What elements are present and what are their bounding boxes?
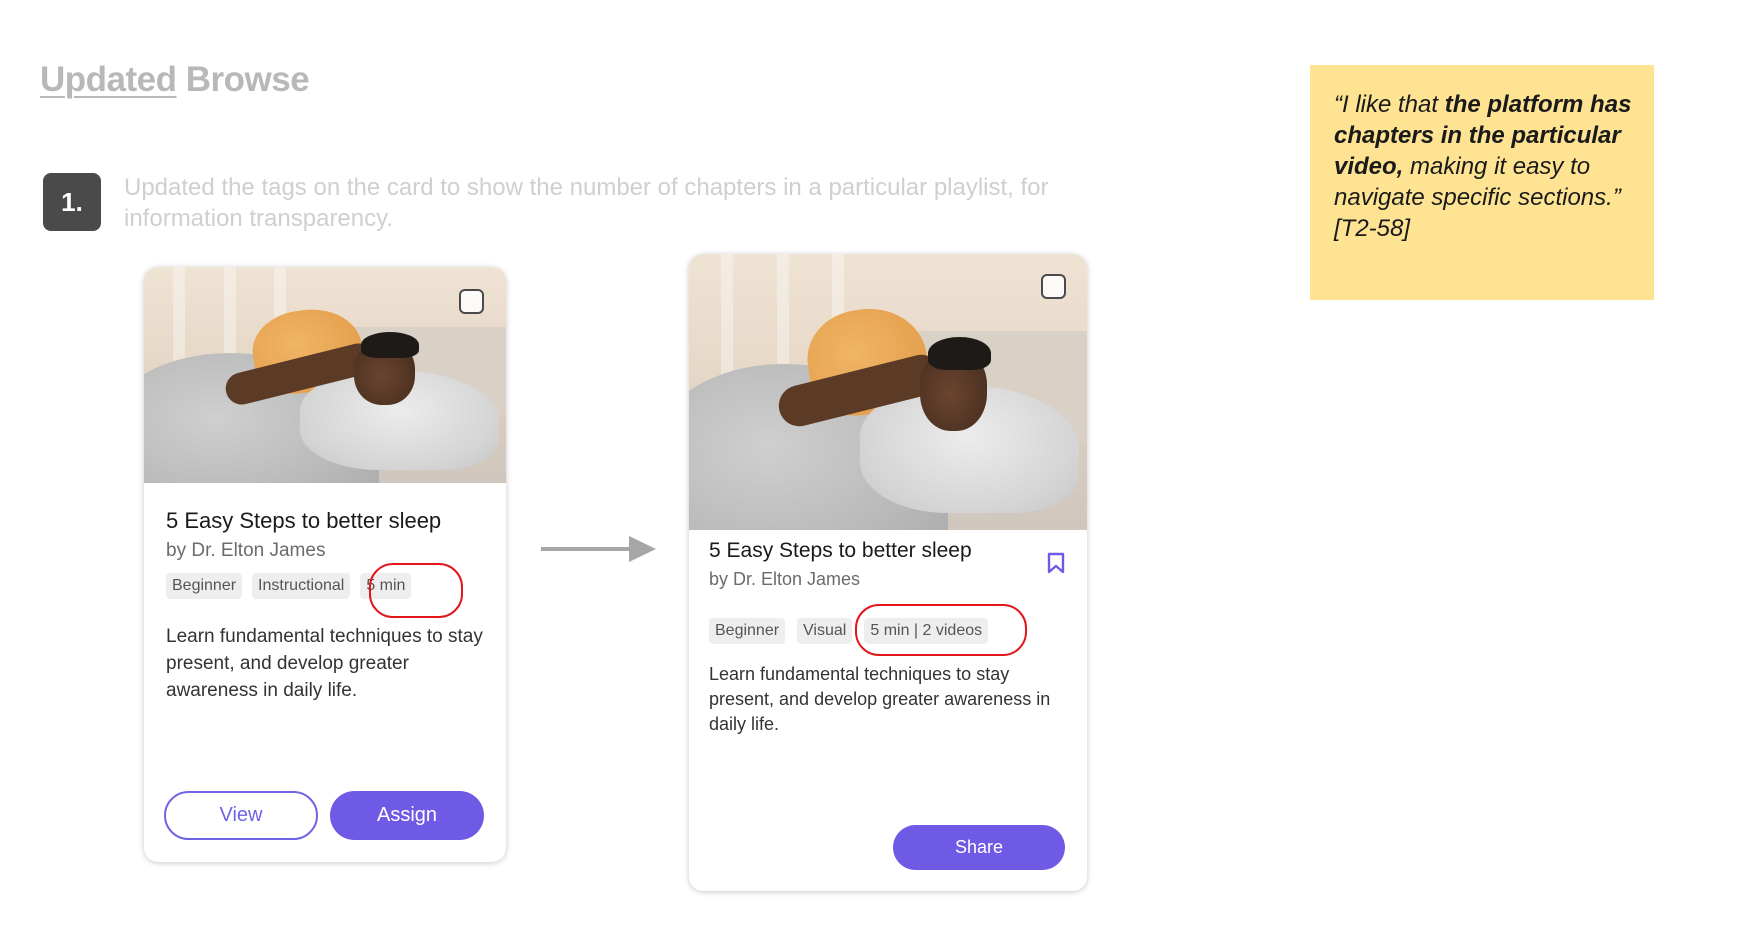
card-description: Learn fundamental techniques to stay pre…: [166, 626, 483, 701]
user-quote-box: “I like that the platform has chapters i…: [1310, 65, 1654, 300]
share-button[interactable]: Share: [893, 825, 1065, 870]
page-title: Updated Browse: [40, 60, 310, 100]
old-playlist-card[interactable]: 5 Easy Steps to better sleep by Dr. Elto…: [144, 267, 506, 862]
select-checkbox-icon[interactable]: [1041, 274, 1066, 299]
quote-reference: [T2-58]: [1334, 215, 1411, 242]
quote-open: “I like that: [1334, 91, 1445, 118]
duration-videos-highlight-oval: [855, 604, 1027, 656]
card-title: 5 Easy Steps to better sleep: [166, 508, 442, 533]
page-title-browse: Browse: [185, 60, 310, 99]
tag-type: Instructional: [252, 573, 351, 599]
card-title: 5 Easy Steps to better sleep: [709, 539, 972, 562]
bookmark-icon[interactable]: [1047, 552, 1065, 574]
tag-level: Beginner: [166, 573, 243, 599]
sleep-photo: [689, 254, 1087, 530]
card-description: Learn fundamental techniques to stay pre…: [709, 664, 1051, 734]
card-author: by Dr. Elton James: [166, 540, 326, 561]
duration-highlight-oval: [369, 563, 463, 618]
tag-level: Beginner: [709, 618, 786, 644]
arrow-right-icon: [541, 536, 656, 562]
card-author: by Dr. Elton James: [709, 569, 861, 589]
view-button[interactable]: View: [164, 791, 318, 840]
tag-type: Visual: [797, 618, 853, 644]
new-playlist-card[interactable]: 5 Easy Steps to better sleep by Dr. Elto…: [689, 254, 1087, 891]
step-number-badge: 1.: [43, 173, 101, 231]
select-checkbox-icon[interactable]: [459, 289, 484, 314]
assign-button[interactable]: Assign: [330, 791, 484, 840]
page-title-updated: Updated: [40, 60, 177, 99]
sleep-photo: [144, 267, 506, 483]
step-description: Updated the tags on the card to show the…: [124, 174, 1049, 232]
